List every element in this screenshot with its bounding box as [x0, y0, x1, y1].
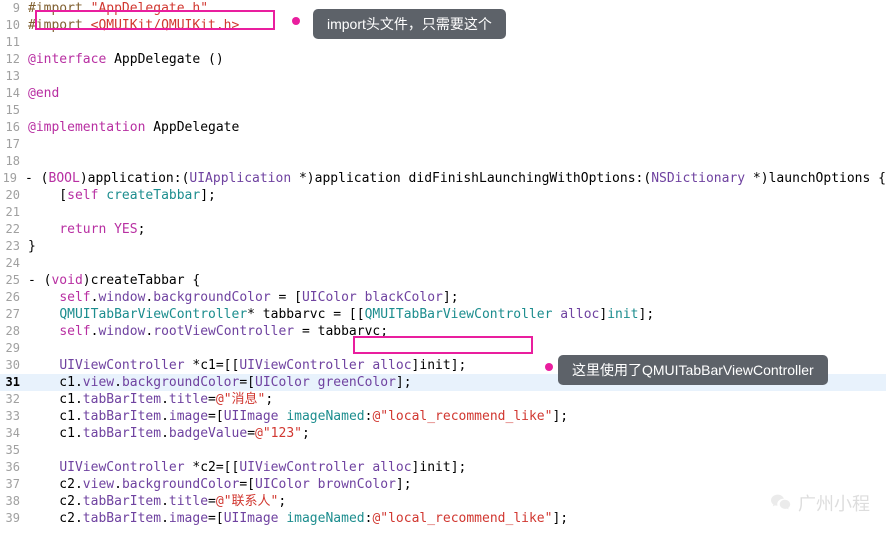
line-number: 29: [0, 340, 28, 357]
code-line[interactable]: 26 self.window.backgroundColor = [UIColo…: [0, 289, 886, 306]
line-number: 17: [0, 136, 28, 153]
code-line[interactable]: 25- (void)createTabbar {: [0, 272, 886, 289]
line-number: 20: [0, 187, 28, 204]
line-number: 21: [0, 204, 28, 221]
code-line[interactable]: 21: [0, 204, 886, 221]
line-number: 16: [0, 119, 28, 136]
code-line[interactable]: 34 c1.tabBarItem.badgeValue=@"123";: [0, 425, 886, 442]
code-content: return YES;: [28, 221, 886, 238]
line-number: 23: [0, 238, 28, 255]
line-number: 24: [0, 255, 28, 272]
code-content: c1.tabBarItem.image=[UIImage imageNamed:…: [28, 408, 886, 425]
code-content: c2.tabBarItem.image=[UIImage imageNamed:…: [28, 510, 886, 527]
line-number: 19: [0, 170, 25, 187]
annotation-dot: [292, 17, 300, 25]
code-content: c2.view.backgroundColor=[UIColor brownCo…: [28, 476, 886, 493]
watermark: 广州小程: [770, 490, 870, 516]
line-number: 36: [0, 459, 28, 476]
code-content: c2.tabBarItem.title=@"联系人";: [28, 493, 886, 510]
code-line[interactable]: 33 c1.tabBarItem.image=[UIImage imageNam…: [0, 408, 886, 425]
code-line[interactable]: 20 [self createTabbar];: [0, 187, 886, 204]
callout-label: import头文件，只需要这个: [313, 9, 506, 39]
line-number: 39: [0, 510, 28, 527]
code-line[interactable]: 15: [0, 102, 886, 119]
line-number: 33: [0, 408, 28, 425]
line-number: 15: [0, 102, 28, 119]
line-number: 10: [0, 17, 28, 34]
code-line[interactable]: 19- (BOOL)application:(UIApplication *)a…: [0, 170, 886, 187]
code-line[interactable]: 36 UIViewController *c2=[[UIViewControll…: [0, 459, 886, 476]
line-number: 11: [0, 34, 28, 51]
code-content: - (BOOL)application:(UIApplication *)app…: [25, 170, 886, 187]
line-number: 14: [0, 85, 28, 102]
code-line[interactable]: 28 self.window.rootViewController = tabb…: [0, 323, 886, 340]
line-number: 22: [0, 221, 28, 238]
line-number: 32: [0, 391, 28, 408]
line-number: 35: [0, 442, 28, 459]
callout-label: 这里使用了QMUITabBarViewController: [558, 355, 828, 385]
code-line[interactable]: 18: [0, 153, 886, 170]
code-line[interactable]: 17: [0, 136, 886, 153]
code-content: @implementation AppDelegate: [28, 119, 886, 136]
code-content: QMUITabBarViewController* tabbarvc = [[Q…: [28, 306, 886, 323]
code-line[interactable]: 12@interface AppDelegate (): [0, 51, 886, 68]
line-number: 27: [0, 306, 28, 323]
wechat-icon: [770, 493, 792, 513]
code-line[interactable]: 22 return YES;: [0, 221, 886, 238]
code-line[interactable]: 14@end: [0, 85, 886, 102]
code-content: [self createTabbar];: [28, 187, 886, 204]
code-line[interactable]: 35: [0, 442, 886, 459]
line-number: 38: [0, 493, 28, 510]
code-line[interactable]: 27 QMUITabBarViewController* tabbarvc = …: [0, 306, 886, 323]
code-line[interactable]: 39 c2.tabBarItem.image=[UIImage imageNam…: [0, 510, 886, 527]
line-number: 26: [0, 289, 28, 306]
line-number: 31: [0, 374, 28, 391]
line-number: 34: [0, 425, 28, 442]
code-content: }: [28, 238, 886, 255]
line-number: 25: [0, 272, 28, 289]
code-content: UIViewController *c2=[[UIViewController …: [28, 459, 886, 476]
code-line[interactable]: 24: [0, 255, 886, 272]
line-number: 18: [0, 153, 28, 170]
code-line[interactable]: 23}: [0, 238, 886, 255]
line-number: 28: [0, 323, 28, 340]
line-number: 37: [0, 476, 28, 493]
watermark-text: 广州小程: [798, 490, 870, 516]
code-content: - (void)createTabbar {: [28, 272, 886, 289]
annotation-dot: [545, 363, 553, 371]
line-number: 30: [0, 357, 28, 374]
code-line[interactable]: 16@implementation AppDelegate: [0, 119, 886, 136]
line-number: 12: [0, 51, 28, 68]
code-content: @interface AppDelegate (): [28, 51, 886, 68]
code-content: self.window.rootViewController = tabbarv…: [28, 323, 886, 340]
code-editor[interactable]: 9#import "AppDelegate.h" 10#import <QMUI…: [0, 0, 886, 527]
line-number: 9: [0, 0, 28, 17]
code-content: @end: [28, 85, 886, 102]
code-line[interactable]: 32 c1.tabBarItem.title=@"消息";: [0, 391, 886, 408]
code-line[interactable]: 37 c2.view.backgroundColor=[UIColor brow…: [0, 476, 886, 493]
code-line[interactable]: 13: [0, 68, 886, 85]
code-content: c1.tabBarItem.badgeValue=@"123";: [28, 425, 886, 442]
code-content: self.window.backgroundColor = [UIColor b…: [28, 289, 886, 306]
code-line[interactable]: 38 c2.tabBarItem.title=@"联系人";: [0, 493, 886, 510]
code-content: c1.tabBarItem.title=@"消息";: [28, 391, 886, 408]
line-number: 13: [0, 68, 28, 85]
